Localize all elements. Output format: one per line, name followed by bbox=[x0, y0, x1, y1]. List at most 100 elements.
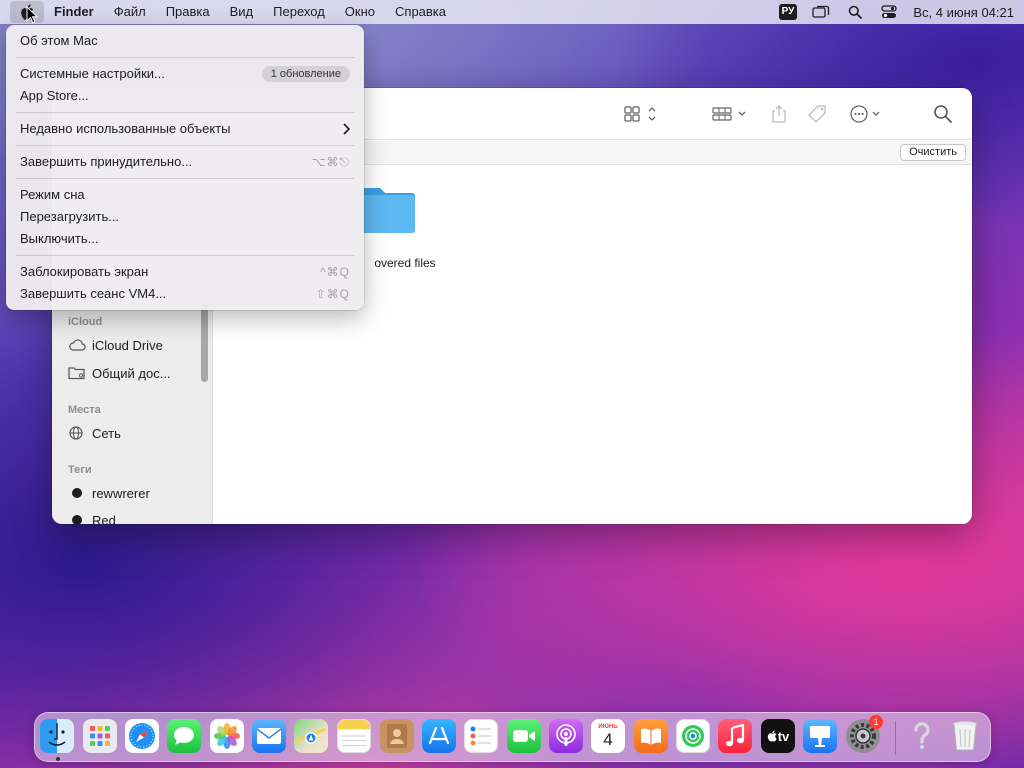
sidebar-item-label: Red bbox=[92, 512, 116, 525]
search-icon[interactable] bbox=[845, 4, 865, 20]
menu-separator bbox=[16, 57, 354, 58]
menu-finder[interactable]: Finder bbox=[44, 0, 104, 24]
tag-icon bbox=[808, 105, 826, 123]
dock-app-store[interactable] bbox=[422, 719, 456, 753]
dock-mail[interactable] bbox=[252, 719, 286, 753]
dock-trash[interactable] bbox=[948, 719, 982, 753]
menu-separator bbox=[16, 145, 354, 146]
grid-view-icon bbox=[624, 106, 656, 122]
dock-launchpad[interactable] bbox=[83, 719, 117, 753]
folder-icon[interactable] bbox=[359, 183, 417, 235]
menu-item-about-mac[interactable]: Об этом Mac bbox=[6, 30, 364, 52]
menu-view[interactable]: Вид bbox=[220, 0, 264, 24]
menu-item-label: Недавно использованные объекты bbox=[20, 121, 231, 136]
sidebar-header-icloud: iCloud bbox=[68, 316, 103, 328]
view-mode-button[interactable] bbox=[624, 102, 658, 126]
search-button[interactable] bbox=[933, 102, 953, 126]
sidebar-tag-item[interactable]: rewwrerer bbox=[68, 482, 150, 504]
menu-item-label: Завершить сеанс VM4... bbox=[20, 286, 167, 301]
dock-messages[interactable] bbox=[167, 719, 201, 753]
control-center-icon[interactable] bbox=[879, 4, 899, 20]
chevron-right-icon bbox=[343, 123, 350, 135]
maps-icon bbox=[296, 727, 326, 744]
sidebar-item-shared[interactable]: Общий дос... bbox=[68, 362, 171, 384]
photos-flower-icon bbox=[214, 723, 240, 749]
dock-music[interactable] bbox=[718, 719, 752, 753]
menubar-clock[interactable]: Вс, 4 июня 04:21 bbox=[913, 5, 1014, 20]
notes-icon bbox=[338, 720, 370, 746]
mouse-cursor-icon bbox=[26, 6, 38, 24]
dock-find-my[interactable] bbox=[676, 719, 710, 753]
menu-item-recent-items[interactable]: Недавно использованные объекты bbox=[6, 118, 364, 140]
menu-item-label: Об этом Mac bbox=[20, 33, 98, 48]
tag-dot-icon bbox=[72, 488, 82, 498]
dock-help[interactable] bbox=[905, 719, 939, 753]
messages-bubble-icon bbox=[174, 727, 194, 745]
menu-separator bbox=[16, 255, 354, 256]
menu-item-restart[interactable]: Перезагрузить... bbox=[6, 206, 364, 228]
screen-mirror-icon[interactable] bbox=[811, 4, 831, 20]
video-camera-icon bbox=[513, 730, 535, 742]
update-badge: 1 обновление bbox=[261, 66, 350, 82]
sidebar-item-label: rewwrerer bbox=[92, 485, 150, 501]
menu-item-lock-screen[interactable]: Заблокировать экран ^⌘Q bbox=[6, 261, 364, 283]
question-mark-icon bbox=[914, 722, 930, 749]
dock-tv[interactable]: tv bbox=[761, 719, 795, 753]
menu-window[interactable]: Окно bbox=[335, 0, 385, 24]
menu-item-label: Выключить... bbox=[20, 231, 99, 246]
sidebar-tag-item[interactable]: Red bbox=[68, 509, 116, 524]
mail-envelope-icon bbox=[256, 728, 282, 744]
notification-badge: 1 bbox=[869, 715, 883, 729]
dock-separator bbox=[895, 721, 896, 755]
sidebar-item-icloud-drive[interactable]: iCloud Drive bbox=[68, 334, 163, 356]
group-button[interactable] bbox=[712, 102, 750, 126]
menu-go[interactable]: Переход bbox=[263, 0, 335, 24]
menu-item-sleep[interactable]: Режим сна bbox=[6, 184, 364, 206]
running-indicator bbox=[56, 757, 60, 761]
dock-podcasts[interactable] bbox=[549, 719, 583, 753]
menu-item-log-out[interactable]: Завершить сеанс VM4... ⇧⌘Q bbox=[6, 283, 364, 305]
finder-face-icon bbox=[48, 723, 66, 746]
sidebar-scrollbar[interactable] bbox=[201, 302, 208, 382]
dock-maps[interactable] bbox=[294, 719, 328, 753]
share-button[interactable] bbox=[770, 102, 788, 126]
menu-item-shutdown[interactable]: Выключить... bbox=[6, 228, 364, 250]
apple-icon bbox=[767, 730, 777, 742]
dock-keynote[interactable] bbox=[803, 719, 837, 753]
dock-books[interactable] bbox=[634, 719, 668, 753]
globe-icon bbox=[69, 426, 83, 440]
dock-photos[interactable] bbox=[210, 719, 244, 753]
tv-label: tv bbox=[777, 728, 790, 744]
sidebar-header-tags: Теги bbox=[68, 464, 92, 476]
menu-edit[interactable]: Правка bbox=[156, 0, 220, 24]
reminders-list-icon bbox=[470, 726, 491, 746]
menu-help[interactable]: Справка bbox=[385, 0, 456, 24]
keyboard-layout-badge[interactable]: РУ bbox=[778, 4, 798, 20]
dock-safari[interactable] bbox=[125, 719, 159, 753]
menu-item-system-settings[interactable]: Системные настройки... 1 обновление bbox=[6, 63, 364, 85]
dock-reminders[interactable] bbox=[464, 719, 498, 753]
more-actions-button[interactable] bbox=[849, 102, 885, 126]
tag-button[interactable] bbox=[807, 102, 829, 126]
dock-notes[interactable] bbox=[337, 719, 371, 753]
trash-icon bbox=[952, 720, 978, 751]
dock-facetime[interactable] bbox=[507, 719, 541, 753]
cloud-icon bbox=[69, 339, 86, 351]
contacts-book-icon bbox=[387, 724, 407, 748]
menu-separator bbox=[16, 178, 354, 179]
menu-item-app-store[interactable]: App Store... bbox=[6, 85, 364, 107]
sidebar-header-places: Места bbox=[68, 404, 101, 416]
menu-item-label: Режим сна bbox=[20, 187, 85, 202]
dock-contacts[interactable] bbox=[380, 719, 414, 753]
tag-dot-icon bbox=[72, 515, 82, 524]
dock-finder[interactable] bbox=[40, 719, 74, 753]
podcasts-icon bbox=[556, 724, 576, 746]
group-icon bbox=[712, 107, 746, 121]
clear-button[interactable]: Очистить bbox=[900, 144, 966, 161]
menu-item-force-quit[interactable]: Завершить принудительно... ⌥⌘⎋ bbox=[6, 151, 364, 173]
sidebar-item-label: iCloud Drive bbox=[92, 337, 163, 353]
menu-item-label: Перезагрузить... bbox=[20, 209, 120, 224]
dock-calendar[interactable]: ИЮНЬ 4 bbox=[591, 719, 625, 753]
menu-file[interactable]: Файл bbox=[104, 0, 156, 24]
sidebar-item-network[interactable]: Сеть bbox=[68, 422, 121, 444]
